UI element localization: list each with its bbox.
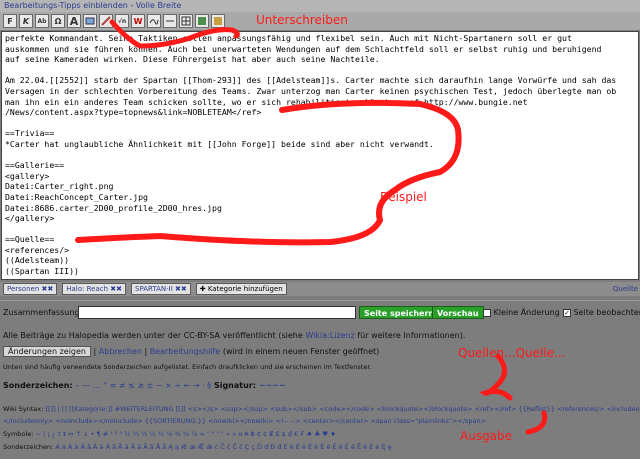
category-tag-personen[interactable]: Personen ✖✖ bbox=[3, 283, 58, 295]
editor-line: Versagen in der schlechten Vorbereitung … bbox=[5, 85, 617, 96]
editor-line: Datei:8686.carter_2D00_profile_2D00_hres… bbox=[5, 202, 222, 213]
editor-line: ==Quelle== bbox=[5, 234, 55, 245]
divider bbox=[0, 300, 640, 301]
license-notice: Alle Beiträge zu Halopedia werden unter … bbox=[3, 331, 465, 340]
license-link[interactable]: Wikia:Lizenz bbox=[305, 331, 354, 340]
category-tag-spartan[interactable]: SPARTAN-II ✖✖ bbox=[131, 283, 191, 295]
help-note: (wird in einem neuen Fenster geöffnet) bbox=[222, 347, 380, 356]
annotation-quellen: Quellen...Quelle... bbox=[458, 346, 566, 360]
wikitext-editor[interactable]: perfekte Kommandant. Seine Taktiken soll… bbox=[1, 31, 639, 280]
chars-label: Sonderzeichen: bbox=[3, 443, 54, 451]
wiki-syntax-items[interactable]: [[]] | [] [[Kategorie:]] #WEITERLEITUNG … bbox=[45, 405, 640, 413]
license-suffix: für weitere Informationen). bbox=[354, 331, 466, 340]
wiki-syntax-row: Wiki Syntax: [[]] | [] [[Kategorie:]] #W… bbox=[3, 405, 640, 413]
watch-page-checkbox[interactable] bbox=[563, 308, 571, 317]
math-button[interactable]: √n bbox=[115, 14, 129, 28]
summary-label: Zusammenfassung: bbox=[3, 308, 83, 317]
wiki-syntax-label: Wiki Syntax: bbox=[3, 405, 44, 413]
category-tag-halo-reach[interactable]: Halo: Reach ✖✖ bbox=[62, 283, 126, 295]
show-changes-button[interactable]: Änderungen zeigen bbox=[3, 346, 91, 357]
media-icon[interactable] bbox=[99, 14, 113, 28]
gallery-icon[interactable] bbox=[195, 14, 209, 28]
editor-line: auskommen und sie führen können. Auch be… bbox=[5, 43, 602, 54]
editor-line: Datei:Carter_right.png bbox=[5, 181, 114, 192]
editor-line: </gallery> bbox=[5, 213, 55, 224]
editor-line: ((Adelsteam)) bbox=[5, 255, 70, 266]
editor-line: Datei:ReachConcept_Carter.jpg bbox=[5, 191, 148, 202]
signature-icon[interactable] bbox=[147, 14, 161, 28]
special-chars-hint: Unten sind häufig verwendete Sonderzeich… bbox=[3, 363, 372, 371]
chars-list[interactable]: Á á À à Â â Ä ä Ǎ ǎ Ă ă Ā ā Ã ã Å å Ą ą … bbox=[55, 443, 391, 451]
annotation-unterschreiben: Unterschreiben bbox=[256, 13, 348, 27]
save-page-button[interactable]: Seite speichern bbox=[359, 306, 440, 319]
editor-line: <gallery> bbox=[5, 170, 50, 181]
watch-page-option[interactable]: Seite beobachten bbox=[563, 308, 640, 317]
minor-edit-option[interactable]: Kleine Änderung bbox=[483, 308, 560, 317]
signature-insert[interactable]: ~~~~ bbox=[259, 381, 286, 390]
summary-input[interactable] bbox=[78, 306, 356, 319]
italic-button[interactable]: K bbox=[19, 14, 33, 28]
cancel-link[interactable]: Abbrechen bbox=[99, 347, 142, 356]
editor-line: Am 22.04.[[2552]] starb der Spartan [[Th… bbox=[5, 75, 617, 86]
special-chars-title: Sonderzeichen: – — … ° ≈ ≠ ≤ ≥ ± − × ÷ ←… bbox=[3, 381, 286, 390]
editor-line: perfekte Kommandant. Seine Taktiken soll… bbox=[5, 33, 572, 43]
headline-button[interactable]: A bbox=[67, 14, 81, 28]
template-icon[interactable] bbox=[211, 14, 225, 28]
annotation-stroke-right bbox=[479, 353, 513, 401]
edit-actions: Änderungen zeigen | Abbrechen | Bearbeit… bbox=[3, 346, 379, 357]
chars-row: Sonderzeichen: Á á À à Â â Ä ä Ǎ ǎ Ă ă Ā… bbox=[3, 443, 392, 451]
editor-line: auf seine Kameraden wirken. Diese Führer… bbox=[5, 54, 380, 65]
editor-line: /News/content.aspx?type=topnews&link=NOB… bbox=[5, 107, 262, 118]
editor-line: *Carter hat unglaubliche Ähnlichkeit mit… bbox=[5, 138, 434, 149]
special-chars-label: Sonderzeichen: bbox=[3, 381, 73, 390]
symbols-label: Symbole: bbox=[3, 430, 34, 438]
preview-button[interactable]: Vorschau bbox=[432, 306, 484, 319]
table-icon[interactable] bbox=[179, 14, 193, 28]
bold-button[interactable]: F bbox=[3, 14, 17, 28]
internal-link-button[interactable]: Ab bbox=[35, 14, 49, 28]
minor-edit-checkbox[interactable] bbox=[483, 308, 491, 317]
special-chars-list[interactable]: – — … ° ≈ ≠ ≤ ≥ ± − × ÷ ← → · § bbox=[75, 381, 211, 390]
annotation-stroke-bottom bbox=[525, 410, 548, 435]
hr-line-icon[interactable] bbox=[163, 14, 177, 28]
license-prefix: Alle Beiträge zu Halopedia werden unter … bbox=[3, 331, 306, 340]
nowiki-button[interactable]: W bbox=[131, 14, 145, 28]
edit-tips-bar[interactable]: Bearbeitungs-Tipps einblenden - Volle Br… bbox=[0, 0, 640, 12]
annotation-ausgabe: Ausgabe bbox=[460, 429, 513, 443]
image-icon[interactable] bbox=[83, 14, 97, 28]
special-char-button[interactable]: Ω bbox=[51, 14, 65, 28]
symbols-list[interactable]: ~ | ¡ ¿ † ‡ ↔ ↑ ↓ • ¶ # ¹ ² ³ ½ ⅓ ⅔ ¼ ¾ … bbox=[35, 430, 335, 438]
editor-line: man ihn ein ein anderes Team schicken so… bbox=[5, 96, 528, 107]
symbols-row: Symbole: ~ | ¡ ¿ † ‡ ↔ ↑ ↓ • ¶ # ¹ ² ³ ½… bbox=[3, 430, 336, 438]
watch-page-label: Seite beobachten bbox=[573, 308, 640, 317]
editor-line: <references/> bbox=[5, 244, 70, 255]
source-link[interactable]: Quellte bbox=[613, 285, 640, 293]
minor-edit-label: Kleine Änderung bbox=[493, 308, 560, 317]
signature-label: Signatur: bbox=[213, 381, 256, 390]
edit-help-link[interactable]: Bearbeitungshilfe bbox=[150, 347, 221, 356]
wiki-syntax-row-2: </includeonly> <noinclude></noinclude> {… bbox=[3, 417, 486, 425]
annotation-beispiel: Beispiel bbox=[380, 190, 427, 204]
category-bar: Personen ✖✖ Halo: Reach ✖✖ SPARTAN-II ✖✖… bbox=[0, 282, 640, 296]
editor-line: ((Spartan III)) bbox=[5, 266, 79, 277]
wiki-syntax-items-2[interactable]: </includeonly> <noinclude></noinclude> {… bbox=[3, 417, 486, 425]
add-category-button[interactable]: ✚ Kategorie hinzufügen bbox=[195, 283, 287, 295]
editor-line: ==Trivia== bbox=[5, 128, 55, 139]
editor-line: ==Gallerie== bbox=[5, 160, 65, 171]
